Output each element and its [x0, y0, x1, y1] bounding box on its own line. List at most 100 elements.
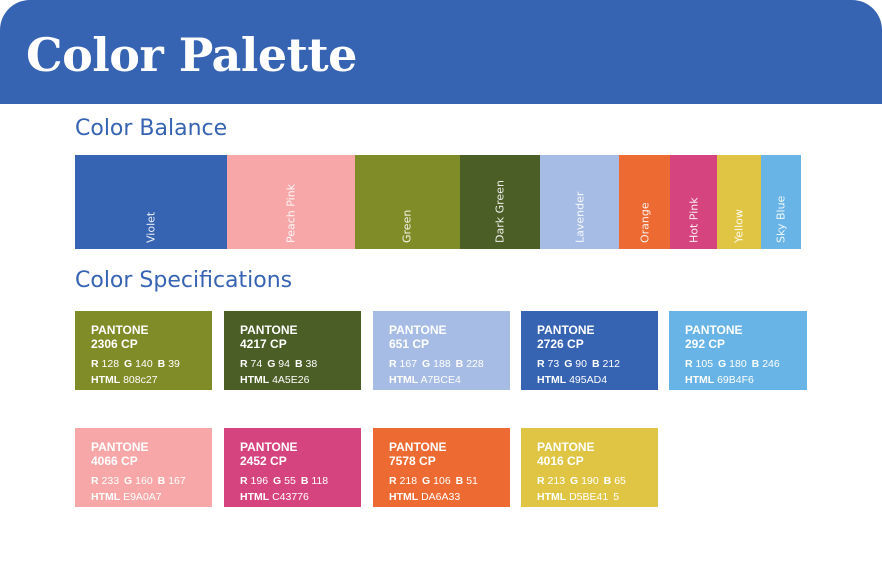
pantone-label: PANTONE: [91, 440, 149, 454]
g-value: 90: [575, 358, 587, 370]
pantone-code: 2726 CP: [537, 337, 584, 351]
balance-band-orange: Orange: [619, 155, 671, 249]
color-spec-card: PANTONE 4066 CP R 233 G 160 B 167 HTML E9A0A7…: [75, 428, 212, 519]
m-value: 67: [422, 507, 434, 519]
m-value: 42: [124, 507, 136, 519]
cmyk-values: C 55 M 13 Y 0K 0: [685, 390, 778, 402]
cmyk-values: C 33 M 15 Y 0K 0: [389, 390, 482, 402]
color-spec-card: PANTONE 2306 CP R 128 G 140 B 39 HTML 808c27 C…: [75, 311, 212, 402]
y-value: 89: [448, 507, 461, 519]
rgb-values: R 105 G 180 B 246: [685, 358, 780, 370]
balance-band-label: Dark Green: [493, 180, 507, 243]
pantone-label: PANTONE: [537, 440, 595, 454]
r-value: 233: [101, 475, 120, 487]
html-value-line: HTML 808c27: [91, 374, 158, 386]
cmyk-values: C 0M 42 Y 22 K 0: [91, 507, 184, 519]
balance-band-label: Orange: [638, 202, 652, 243]
balance-band-label: Lavender: [573, 191, 587, 243]
c-value: 9: [547, 507, 554, 519]
g-value: 188: [433, 358, 451, 370]
cmyk-values: C 31 M 3Y 97 K 35: [91, 390, 190, 402]
balance-band-yellow: Yellow: [717, 155, 762, 249]
html-suffix: 5: [613, 491, 620, 503]
html-value: 69B4F6: [717, 374, 754, 386]
html-value: D5BE41: [569, 491, 609, 503]
color-spec-card: PANTONE 292 CP R 105 G 180 B 246 HTML 69B4F6 C…: [669, 311, 807, 402]
rgb-values: R 213 G 190 B 65: [537, 475, 626, 487]
g-value: 180: [729, 358, 747, 370]
b-value: 246: [762, 358, 780, 370]
rgb-values: R 74 G 94 B 38: [240, 358, 318, 370]
c-value: 46: [250, 390, 263, 402]
b-value: 39: [168, 358, 180, 370]
balance-band-label: Peach Pink: [284, 183, 298, 243]
y-value: 97: [150, 390, 163, 402]
html-value-line: HTML D5BE41 5: [537, 491, 620, 503]
pantone-code: 292 CP: [685, 337, 726, 351]
r-value: 74: [250, 358, 263, 370]
pantone-label: PANTONE: [389, 323, 447, 337]
m-value: 3: [129, 390, 136, 402]
k-value: 0: [475, 390, 482, 402]
color-balance-bar: Violet Peach Pink Green Dark Green Lavender O…: [75, 155, 801, 249]
balance-band-hot-pink: Hot Pink: [670, 155, 718, 249]
html-value-line: HTML E9A0A7: [91, 491, 162, 503]
y-value: 83: [596, 507, 609, 519]
r-value: 167: [399, 358, 418, 370]
html-value-line: HTML 495AD4: [537, 374, 608, 386]
r-value: 218: [399, 475, 418, 487]
balance-band-peach-pink: Peach Pink: [227, 155, 355, 249]
y-value: 0: [454, 390, 461, 402]
g-value: 190: [581, 475, 599, 487]
rgb-values: R 218 G 106 B 51: [389, 475, 478, 487]
rgb-values: R 167 G 188 B 228: [389, 358, 484, 370]
b-value: 167: [168, 475, 186, 487]
html-value-line: HTML 69B4F6: [685, 374, 754, 386]
html-value: DA6A33: [421, 491, 461, 503]
c-value: 83: [547, 390, 560, 402]
g-value: 140: [135, 358, 153, 370]
pantone-code: 651 CP: [389, 337, 430, 351]
pantone-label: PANTONE: [240, 440, 298, 454]
balance-band-label: Sky Blue: [774, 195, 788, 243]
balance-band-dark-green: Dark Green: [459, 155, 540, 249]
pantone-code: 4066 CP: [91, 454, 138, 468]
balance-band-label: Yellow: [732, 209, 746, 243]
balance-band-label: Green: [400, 209, 414, 243]
c-value: 0: [101, 507, 108, 519]
g-value: 106: [433, 475, 451, 487]
pantone-label: PANTONE: [91, 323, 149, 337]
b-value: 212: [602, 358, 621, 370]
cmyk-values: C 46 M 10 Y 96 K 61: [240, 390, 345, 402]
c-value: 33: [399, 390, 412, 402]
b-value: 38: [305, 358, 318, 370]
k-value: 0: [771, 390, 778, 402]
k-value: 0: [623, 390, 630, 402]
m-value: 10: [278, 390, 291, 402]
header-banner: Color Palette: [0, 0, 882, 104]
cmyk-values: C 5M 89 Y 15 K 7: [240, 507, 333, 519]
r-value: 128: [101, 358, 120, 370]
html-value-line: HTML C43776: [240, 491, 309, 503]
balance-band-sky-blue: Sky Blue: [761, 155, 801, 249]
g-value: 94: [278, 358, 290, 370]
r-value: 213: [547, 475, 566, 487]
m-value: 15: [427, 390, 440, 402]
cmyk-values: C 83 M 66 Y 0K 0: [537, 390, 630, 402]
color-spec-card: PANTONE 4217 CP R 74 G 94 B 38 HTML 4A5E26 C 4…: [224, 311, 361, 402]
r-value: 196: [250, 475, 269, 487]
c-value: 31: [101, 390, 114, 402]
balance-band-violet: Violet: [75, 155, 228, 249]
pantone-label: PANTONE: [685, 323, 743, 337]
color-spec-card: PANTONE 651 CP R 167 G 188 B 228 HTML A7BCE4 C…: [373, 311, 510, 402]
html-value-line: HTML 4A5E26: [240, 374, 310, 386]
m-value: 66: [575, 390, 588, 402]
html-value-line: HTML A7BCE4: [389, 374, 461, 386]
k-value: 7: [326, 507, 333, 519]
html-value: 808c27: [123, 374, 158, 386]
k-value: 35: [177, 390, 190, 402]
g-value: 160: [135, 475, 153, 487]
color-spec-card: PANTONE 4016 CP R 213 G 190 B 65 HTML D5BE41 5…: [521, 428, 658, 519]
y-value: 22: [150, 507, 163, 519]
k-value: 61: [332, 390, 345, 402]
